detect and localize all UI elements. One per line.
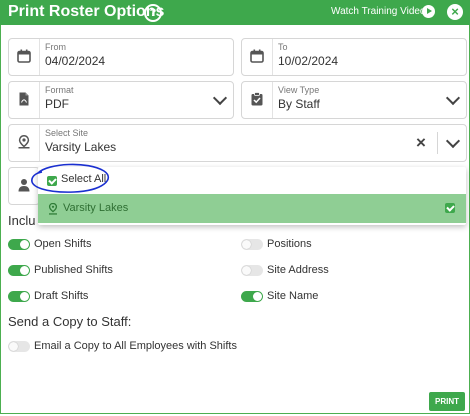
site-name-toggle[interactable]: [241, 291, 263, 302]
site-address-toggle[interactable]: [241, 265, 263, 276]
select-divider: [437, 132, 438, 154]
positions-label: Positions: [267, 238, 312, 250]
include-section-title: Inclu: [8, 213, 36, 228]
clear-icon[interactable]: ×: [416, 133, 426, 153]
view-type-value[interactable]: By Staff: [278, 97, 320, 111]
site-name-label: Site Name: [267, 290, 319, 302]
email-copy-toggle[interactable]: [8, 341, 30, 352]
from-date-field[interactable]: From 04/02/2024: [8, 38, 234, 76]
select-site-label: Select Site: [45, 128, 89, 138]
email-copy-label: Email a Copy to All Employees with Shift…: [34, 340, 237, 352]
chevron-down-icon[interactable]: [445, 133, 461, 149]
pdf-file-icon: [19, 92, 29, 106]
open-shifts-toggle[interactable]: [8, 239, 30, 250]
select-site-field[interactable]: Select Site Varsity Lakes ×: [8, 124, 467, 162]
format-value[interactable]: PDF: [45, 97, 69, 111]
draft-shifts-label: Draft Shifts: [34, 290, 89, 302]
checkbox-checked-icon[interactable]: [445, 203, 455, 213]
positions-toggle[interactable]: [241, 239, 263, 250]
site-dropdown-menu: Select All Varsity Lakes: [31, 163, 466, 225]
print-button[interactable]: PRINT: [429, 392, 465, 411]
calendar-icon: [17, 49, 31, 63]
calendar-icon: [250, 49, 264, 63]
published-shifts-label: Published Shifts: [34, 264, 113, 276]
to-label: To: [278, 42, 288, 52]
open-shifts-label: Open Shifts: [34, 238, 92, 250]
format-label: Format: [45, 85, 74, 95]
map-pin-icon: [18, 135, 30, 149]
clipboard-check-icon: [251, 92, 263, 106]
dialog-header: Print Roster Options ? Watch Training Vi…: [0, 0, 470, 25]
view-type-label: View Type: [278, 85, 320, 95]
from-value[interactable]: 04/02/2024: [45, 54, 105, 68]
to-date-field[interactable]: To 10/02/2024: [241, 38, 467, 76]
help-icon[interactable]: ?: [144, 4, 162, 22]
chevron-down-icon[interactable]: [445, 90, 461, 106]
close-icon[interactable]: ×: [447, 4, 463, 20]
view-type-select[interactable]: View Type By Staff: [241, 81, 467, 119]
play-icon[interactable]: [422, 5, 435, 18]
dialog-title: Print Roster Options: [8, 3, 165, 20]
copy-section-title: Send a Copy to Staff:: [8, 314, 132, 329]
select-site-value[interactable]: Varsity Lakes: [45, 140, 116, 154]
site-address-label: Site Address: [267, 264, 329, 276]
map-pin-icon: [48, 203, 58, 215]
to-value[interactable]: 10/02/2024: [278, 54, 338, 68]
chevron-down-icon[interactable]: [212, 90, 228, 106]
annotation-circle: [31, 163, 110, 193]
site-option-label: Varsity Lakes: [63, 202, 129, 214]
published-shifts-toggle[interactable]: [8, 265, 30, 276]
from-label: From: [45, 42, 66, 52]
draft-shifts-toggle[interactable]: [8, 291, 30, 302]
format-select[interactable]: Format PDF: [8, 81, 234, 119]
watch-training-video-link[interactable]: Watch Training Video: [331, 6, 426, 17]
